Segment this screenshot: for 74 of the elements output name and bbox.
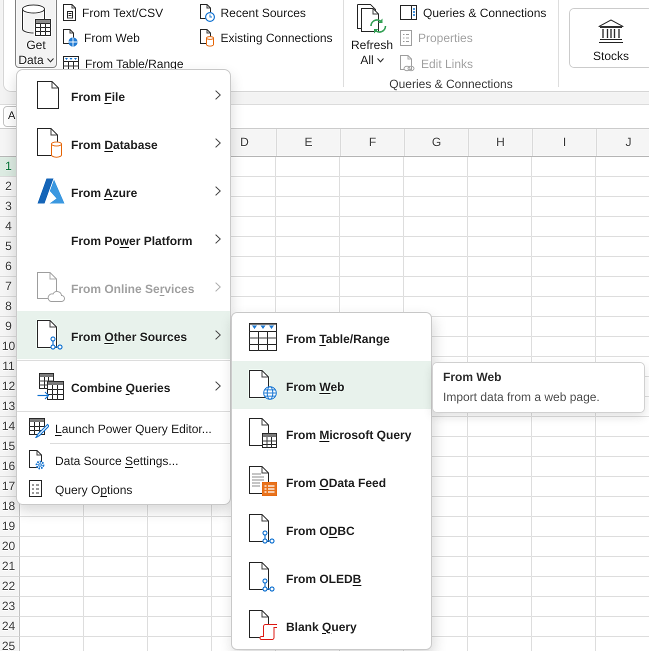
link-document-icon [400, 54, 415, 73]
menu-item[interactable]: From Azure [17, 167, 230, 215]
combine-tables-icon [37, 372, 64, 400]
file-icon [37, 81, 59, 109]
menu-item[interactable]: From Other Sources [17, 311, 230, 359]
caret-icon [376, 58, 384, 64]
letter-a-logo-icon [37, 178, 65, 204]
menu-item[interactable]: From Table/Range [232, 313, 431, 361]
chevron-icon [215, 186, 221, 196]
chevron-icon [215, 234, 221, 244]
menu-item[interactable]: Launch Power Query Editor... [17, 413, 230, 442]
menu-item[interactable]: From Power Platform [17, 215, 230, 263]
row-header[interactable]: 19 [0, 517, 20, 537]
menu-item[interactable]: From ODBC [232, 505, 431, 553]
group-label: Queries & Connections [388, 77, 514, 91]
connector-document-icon [249, 514, 275, 544]
stocks-button[interactable]: Stocks [569, 8, 649, 68]
cylinder-document-icon [200, 29, 214, 48]
column-header[interactable]: E [276, 129, 340, 156]
table-icon [249, 323, 277, 351]
column-header[interactable]: F [340, 129, 404, 156]
gear-document-icon [29, 450, 45, 470]
connector-document-icon [249, 562, 275, 592]
ribbon-command[interactable]: Recent Sources [200, 4, 306, 22]
row-header[interactable]: 23 [0, 597, 20, 617]
bank-icon [598, 19, 624, 43]
options-icon [29, 480, 42, 497]
caret-icon [46, 58, 54, 64]
menu-item[interactable]: From File [17, 71, 230, 119]
column-header[interactable]: H [468, 129, 532, 156]
database-table-icon [21, 4, 51, 36]
column-header[interactable]: I [532, 129, 596, 156]
menu-item[interactable]: Query Options [17, 474, 230, 503]
menu-item[interactable]: From OData Feed [232, 457, 431, 505]
row-header[interactable]: 24 [0, 617, 20, 637]
chevron-icon [215, 138, 221, 148]
ribbon-command[interactable]: From Web [63, 29, 140, 48]
list-icon [400, 30, 412, 46]
menu-item[interactable]: From Web [232, 361, 431, 409]
chevron-icon [215, 330, 221, 340]
table-pencil-icon [29, 418, 49, 438]
clock-document-icon [200, 4, 214, 22]
menu-item[interactable]: From OLEDB [232, 553, 431, 601]
text-file-icon [63, 4, 76, 22]
row-header[interactable]: 22 [0, 577, 20, 597]
row-header[interactable]: 25 [0, 637, 20, 651]
menu-item[interactable]: Combine Queries [17, 362, 230, 410]
ribbon-command[interactable]: Existing Connections [200, 29, 333, 48]
ribbon-command[interactable]: Queries & Connections [400, 5, 546, 20]
cloud-document-icon [37, 272, 65, 302]
feed-document-icon [249, 466, 277, 496]
chevron-icon [215, 381, 221, 391]
globe-document-icon [249, 370, 277, 400]
table-document-icon [249, 418, 277, 448]
column-header[interactable]: G [404, 129, 468, 156]
chevron-icon [215, 282, 221, 292]
menu-item[interactable]: Blank Query [232, 601, 431, 649]
menu-item[interactable]: From Microsoft Query [232, 409, 431, 457]
refresh-all-button[interactable]: Refresh All [350, 0, 394, 68]
connector-document-icon [37, 320, 63, 350]
globe-document-icon [63, 29, 78, 48]
row-header[interactable]: 21 [0, 557, 20, 577]
get-data-button[interactable]: Get Data [15, 0, 57, 68]
column-header[interactable]: J [596, 129, 649, 156]
chevron-icon [215, 90, 221, 100]
side-pane-icon [400, 5, 417, 20]
database-document-icon [37, 128, 63, 158]
ribbon-command[interactable]: From Text/CSV [63, 4, 164, 22]
scroll-document-icon [249, 610, 277, 640]
menu-item[interactable]: Data Source Settings... [17, 445, 230, 474]
row-header[interactable]: 20 [0, 537, 20, 557]
refresh-document-icon [357, 4, 387, 36]
tooltip-description: Import data from a web page. [443, 390, 601, 405]
tooltip-title: From Web [443, 370, 502, 385]
